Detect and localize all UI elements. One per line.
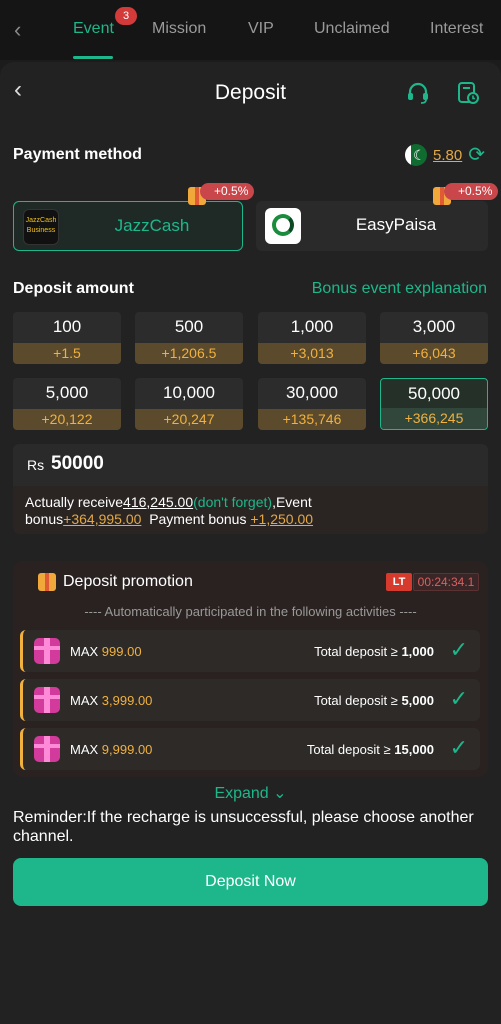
tile-bonus: +20,247: [135, 409, 243, 430]
payment-option-jazzcash[interactable]: JazzCash Business JazzCash: [13, 201, 243, 251]
tile-amount: 10,000: [163, 383, 215, 402]
check-icon: ✓: [449, 637, 468, 662]
gift-box-icon: [34, 687, 60, 713]
promotion-row: MAX 9,999.00 Total deposit ≥ 15,000 ✓: [20, 728, 480, 770]
receive-amount: 416,245.00: [123, 494, 194, 510]
payment-option-label: JazzCash: [114, 216, 190, 235]
max-reward: MAX 3,999.00: [70, 693, 153, 708]
receive-summary: Actually receive416,245.00(don't forget)…: [13, 486, 488, 534]
payment-method-label: Payment method: [13, 146, 142, 163]
refresh-icon[interactable]: ⟳: [468, 144, 485, 166]
deposit-amount-label: Deposit amount: [13, 280, 134, 297]
deposit-condition: Total deposit ≥ 15,000: [306, 742, 434, 757]
tile-bonus: +1.5: [13, 343, 121, 364]
tab-mission[interactable]: Mission: [152, 18, 206, 40]
tile-amount: 30,000: [286, 383, 338, 402]
tab-interest[interactable]: Interest: [430, 18, 483, 40]
amount-tile[interactable]: 100 +1.5: [13, 312, 121, 364]
promotion-subtitle: ---- Automatically participated in the f…: [84, 604, 417, 619]
receive-prefix: Actually receive: [25, 494, 124, 510]
check-icon: ✓: [449, 735, 468, 760]
pakistan-flag-icon: ☾: [405, 144, 428, 166]
gift-icon: [38, 573, 56, 591]
max-reward: MAX 999.00: [70, 644, 142, 659]
promotion-title: Deposit promotion: [63, 573, 193, 590]
top-tab-bar: ‹ Event 3 Mission VIP Unclaimed Interest: [0, 0, 501, 60]
reminder-text: Reminder:If the recharge is unsuccessful…: [13, 809, 474, 845]
event-bonus-value: +364,995.00: [63, 511, 142, 527]
max-reward: MAX 9,999.00: [70, 742, 153, 757]
amount-input[interactable]: [51, 453, 351, 475]
bonus-label: bonus: [25, 511, 64, 527]
bonus-explanation-link[interactable]: Bonus event explanation: [312, 280, 487, 298]
promo-tag: +0.5%: [200, 183, 255, 200]
tab-event[interactable]: Event: [73, 18, 114, 40]
deposit-condition: Total deposit ≥ 5,000: [314, 693, 434, 708]
amount-tile[interactable]: 500 +1,206.5: [135, 312, 243, 364]
tile-amount: 3,000: [412, 317, 456, 336]
promo-tag: +0.5%: [444, 183, 499, 200]
amount-input-box: Rs: [13, 444, 488, 486]
tab-unclaimed[interactable]: Unclaimed: [314, 18, 390, 40]
amount-tile[interactable]: 3,000 +6,043: [380, 312, 488, 364]
deposit-now-button[interactable]: Deposit Now: [13, 858, 488, 906]
tile-amount: 500: [174, 317, 204, 336]
receive-note: (don't forget): [193, 494, 273, 510]
tile-bonus: +366,245: [381, 408, 487, 429]
check-icon: ✓: [449, 686, 468, 711]
amount-tile-selected[interactable]: 50,000 +366,245: [380, 378, 488, 430]
tile-amount: 50,000: [408, 384, 460, 403]
amount-tile[interactable]: 10,000 +20,247: [135, 378, 243, 430]
deposit-condition: Total deposit ≥ 1,000: [314, 644, 434, 659]
tile-bonus: +6,043: [380, 343, 488, 364]
balance-display: ☾ 5.80 ⟳: [405, 142, 485, 168]
amount-tile[interactable]: 30,000 +135,746: [258, 378, 366, 430]
expand-button[interactable]: Expand ⌄: [0, 783, 501, 803]
tab-event-badge: 3: [115, 7, 137, 25]
tile-amount: 1,000: [290, 317, 334, 336]
jazzcash-logo: JazzCash Business: [23, 209, 59, 245]
payment-option-label: EasyPaisa: [355, 215, 437, 234]
payment-bonus-value: +1,250.00: [250, 511, 314, 527]
tile-bonus: +135,746: [258, 409, 366, 430]
payment-option-easypaisa[interactable]: EasyPaisa: [256, 201, 488, 251]
balance-value: 5.80: [433, 146, 463, 164]
gift-box-icon: [34, 638, 60, 664]
promotion-row: MAX 999.00 Total deposit ≥ 1,000 ✓: [20, 630, 480, 672]
gift-box-icon: [34, 736, 60, 762]
lt-badge: LT: [386, 573, 412, 591]
amount-tile[interactable]: 5,000 +20,122: [13, 378, 121, 430]
promotion-timer: 00:24:34.1: [413, 573, 479, 591]
tile-bonus: +1,206.5: [135, 343, 243, 364]
top-back-icon[interactable]: ‹: [14, 18, 30, 42]
easypaisa-logo: [265, 208, 301, 244]
tab-vip[interactable]: VIP: [248, 18, 274, 40]
promotion-row: MAX 3,999.00 Total deposit ≥ 5,000 ✓: [20, 679, 480, 721]
event-label: ,Event: [272, 494, 312, 510]
amount-tile[interactable]: 1,000 +3,013: [258, 312, 366, 364]
customer-service-icon[interactable]: [405, 80, 431, 106]
tile-amount: 100: [52, 317, 82, 336]
history-icon[interactable]: [455, 80, 481, 106]
tab-underline: [73, 56, 113, 59]
tile-bonus: +3,013: [258, 343, 366, 364]
tile-amount: 5,000: [45, 383, 89, 402]
currency-label: Rs: [27, 457, 45, 473]
tile-bonus: +20,122: [13, 409, 121, 430]
payment-bonus-label: Payment bonus: [149, 511, 247, 527]
